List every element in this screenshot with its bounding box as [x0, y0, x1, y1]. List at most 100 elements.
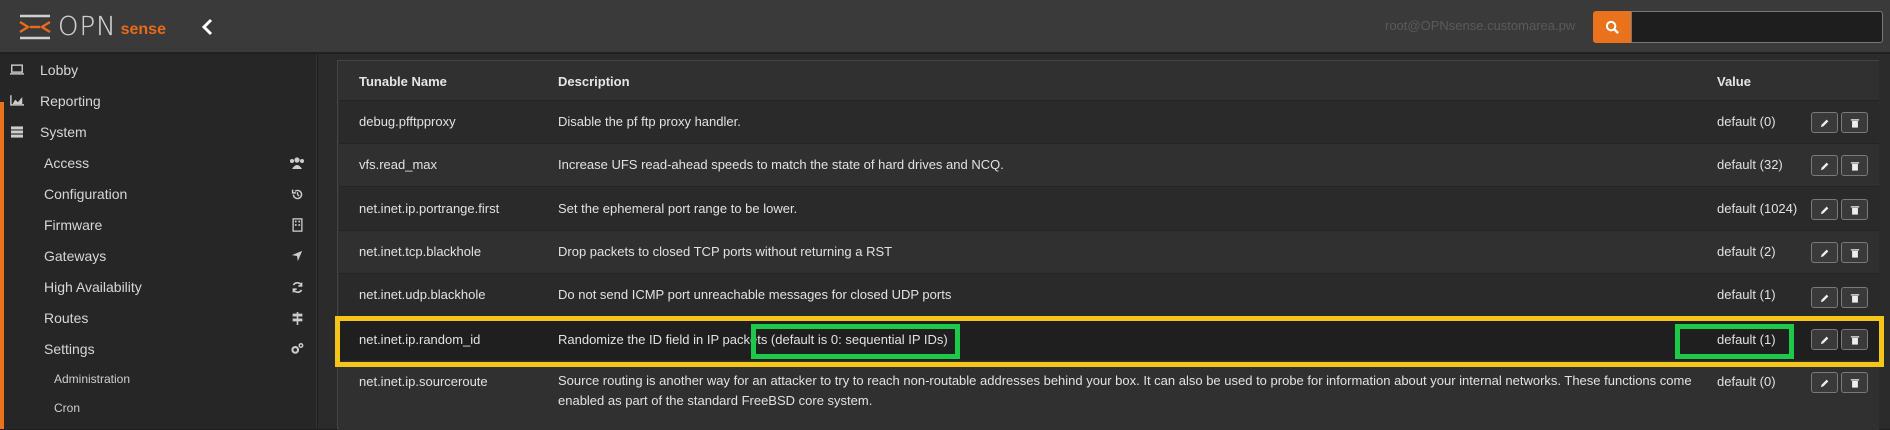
- opnsense-logo[interactable]: OPN sense: [18, 12, 166, 42]
- trash-icon: [1850, 205, 1859, 215]
- tunable-name: net.inet.ip.random_id: [359, 332, 481, 347]
- pencil-icon: [1820, 162, 1828, 170]
- column-header-value[interactable]: Value: [1717, 74, 1751, 89]
- delete-button[interactable]: [1841, 287, 1868, 308]
- pencil-icon: [1820, 249, 1828, 257]
- table-row[interactable]: net.inet.ip.portrange.first Set the ephe…: [339, 187, 1879, 231]
- sidebar-item-access[interactable]: Access: [0, 147, 317, 178]
- row-actions: [1811, 155, 1868, 176]
- sidebar-item-label: Access: [44, 154, 90, 171]
- sidebar-item-lobby[interactable]: Lobby: [0, 54, 317, 85]
- opnsense-logo-mark-icon: [19, 14, 51, 40]
- users-icon: [289, 155, 305, 171]
- location-arrow-icon: [289, 248, 305, 264]
- row-actions: [1811, 242, 1868, 263]
- sidebar-collapse-button[interactable]: [198, 16, 218, 38]
- map-signs-icon: [289, 310, 305, 326]
- row-actions: [1811, 372, 1868, 393]
- sidebar-item-settings[interactable]: Settings: [0, 333, 317, 364]
- sidebar-item-reporting[interactable]: Reporting: [0, 85, 317, 116]
- tunable-description: Source routing is another way for an att…: [558, 373, 1692, 408]
- tunable-description: Disable the pf ftp proxy handler.: [558, 114, 741, 129]
- sidebar-item-firmware[interactable]: Firmware: [0, 209, 317, 240]
- tunable-name: debug.pfftpproxy: [359, 114, 456, 129]
- history-icon: [289, 186, 305, 202]
- delete-button[interactable]: [1841, 242, 1868, 263]
- table-row-highlighted[interactable]: net.inet.ip.random_id Randomize the ID f…: [339, 317, 1879, 361]
- sidebar-item-system[interactable]: System: [0, 116, 317, 147]
- pencil-icon: [1820, 336, 1828, 344]
- sidebar-item-label: Lobby: [40, 61, 79, 78]
- tunable-name: net.inet.tcp.blackhole: [359, 244, 482, 259]
- tunable-name: net.inet.udp.blackhole: [359, 287, 486, 302]
- row-actions: [1811, 199, 1868, 220]
- table-header-row: Tunable Name Description Value: [339, 61, 1879, 101]
- tunable-value: default (1): [1717, 287, 1776, 302]
- laptop-icon: [8, 63, 26, 77]
- refresh-icon: [289, 279, 305, 295]
- tunable-description: Increase UFS read-ahead speeds to match …: [558, 157, 1004, 172]
- delete-button[interactable]: [1841, 155, 1868, 176]
- trash-icon: [1850, 161, 1859, 171]
- edit-button[interactable]: [1811, 112, 1838, 133]
- user-label[interactable]: root@OPNsense.customarea.pw: [1385, 18, 1575, 33]
- area-chart-icon: [8, 94, 26, 108]
- chevron-left-icon: [201, 18, 213, 36]
- tunable-value: default (1024): [1717, 201, 1798, 216]
- sidebar-item-label: Reporting: [40, 92, 101, 109]
- tunable-value: default (32): [1717, 157, 1783, 172]
- trash-icon: [1850, 293, 1859, 303]
- tunable-name: net.inet.ip.portrange.first: [359, 201, 500, 216]
- sidebar-item-label: Settings: [44, 340, 95, 357]
- sidebar-item-cron[interactable]: Cron: [0, 393, 317, 422]
- sidebar-item-configuration[interactable]: Configuration: [0, 178, 317, 209]
- main-content: Tunable Name Description Value debug.pff…: [318, 54, 1890, 430]
- table-row[interactable]: debug.pfftpproxy Disable the pf ftp prox…: [339, 101, 1879, 144]
- sidebar-item-label: Configuration: [44, 185, 128, 202]
- sidebar-item-label: Firmware: [44, 216, 103, 233]
- tunable-name: net.inet.ip.sourceroute: [359, 374, 488, 389]
- building-icon: [289, 217, 305, 233]
- sidebar-item-gateways[interactable]: Gateways: [0, 240, 317, 271]
- edit-button[interactable]: [1811, 199, 1838, 220]
- tunable-description: Set the ephemeral port range to be lower…: [558, 201, 798, 216]
- delete-button[interactable]: [1841, 199, 1868, 220]
- table-row[interactable]: net.inet.tcp.blackhole Drop packets to c…: [339, 231, 1879, 274]
- sidebar: Lobby Reporting System Access Configurat…: [0, 54, 317, 429]
- column-header-description[interactable]: Description: [558, 74, 630, 89]
- sidebar-item-high-availability[interactable]: High Availability: [0, 271, 317, 302]
- sidebar-item-label: Administration: [54, 371, 131, 386]
- tunable-name: vfs.read_max: [359, 157, 438, 172]
- sidebar-item-administration[interactable]: Administration: [0, 364, 317, 393]
- delete-button[interactable]: [1841, 372, 1868, 393]
- table-row[interactable]: net.inet.ip.sourceroute Source routing i…: [339, 361, 1879, 430]
- edit-button[interactable]: [1811, 242, 1838, 263]
- tunable-value: default (2): [1717, 244, 1776, 259]
- edit-button[interactable]: [1811, 329, 1838, 350]
- table-row[interactable]: net.inet.udp.blackhole Do not send ICMP …: [339, 274, 1879, 317]
- search-icon: [1605, 20, 1619, 34]
- tunable-value: default (0): [1717, 114, 1776, 129]
- row-actions: [1811, 329, 1868, 350]
- tunable-description: Drop packets to closed TCP ports without…: [558, 244, 893, 259]
- column-header-name[interactable]: Tunable Name: [359, 74, 447, 89]
- logo-text-opn: OPN: [58, 12, 117, 42]
- table-row[interactable]: vfs.read_max Increase UFS read-ahead spe…: [339, 144, 1879, 187]
- edit-button[interactable]: [1811, 287, 1838, 308]
- delete-button[interactable]: [1841, 112, 1868, 133]
- edit-button[interactable]: [1811, 372, 1838, 393]
- cogs-icon: [289, 341, 305, 357]
- sidebar-item-routes[interactable]: Routes: [0, 302, 317, 333]
- tunable-description: Do not send ICMP port unreachable messag…: [558, 287, 952, 302]
- search-button[interactable]: [1593, 11, 1631, 43]
- logo-text-sense: sense: [120, 20, 166, 38]
- sidebar-item-label: Routes: [44, 309, 89, 326]
- row-actions: [1811, 287, 1868, 308]
- edit-button[interactable]: [1811, 155, 1838, 176]
- pencil-icon: [1820, 379, 1828, 387]
- delete-button[interactable]: [1841, 329, 1868, 350]
- search-input[interactable]: [1631, 11, 1883, 43]
- tunables-table: Tunable Name Description Value debug.pff…: [337, 60, 1879, 430]
- trash-icon: [1850, 335, 1859, 345]
- sidebar-item-label: Gateways: [44, 247, 107, 264]
